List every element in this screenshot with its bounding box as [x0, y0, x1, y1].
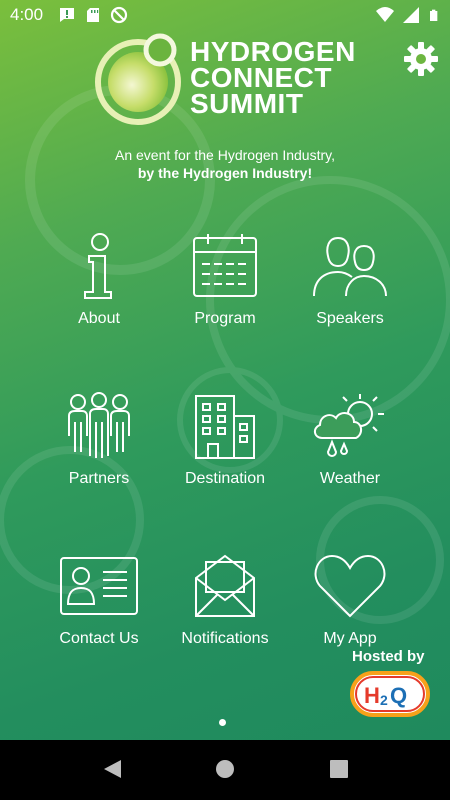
- menu-label-contact-us: Contact Us: [59, 630, 139, 647]
- menu-label-my-app: My App: [323, 630, 377, 647]
- menu-item-weather[interactable]: Weather: [290, 392, 410, 502]
- home-icon[interactable]: [214, 758, 236, 780]
- menu-label-partners: Partners: [68, 470, 130, 487]
- svg-text:H: H: [364, 683, 380, 708]
- group-icon: [68, 392, 130, 458]
- id-card-icon: [60, 557, 138, 615]
- navigation-bar: [0, 740, 450, 800]
- tagline-line-2: by the Hydrogen Industry!: [137, 165, 313, 181]
- logo-line-3: SUMMIT: [190, 88, 304, 119]
- heart-icon: [314, 554, 386, 618]
- people-icon: [313, 236, 387, 297]
- calendar-icon: [193, 234, 257, 297]
- cell-signal-icon: [403, 7, 419, 23]
- tagline-line-1: An event for the Hydrogen Industry,: [115, 147, 335, 163]
- recents-icon[interactable]: [328, 758, 350, 780]
- wifi-icon: [376, 7, 394, 22]
- menu-item-program[interactable]: Program: [165, 232, 285, 342]
- menu-label-speakers: Speakers: [316, 310, 384, 327]
- status-time: 4:00: [10, 5, 44, 24]
- envelope-icon: [195, 554, 255, 617]
- hosted-by-label: Hosted by: [352, 648, 425, 665]
- gear-icon[interactable]: [402, 40, 440, 78]
- h2q-logo[interactable]: H 2 Q: [350, 671, 430, 717]
- menu-item-contact-us[interactable]: Contact Us: [39, 552, 159, 662]
- back-icon[interactable]: [101, 758, 123, 780]
- menu-label-program: Program: [194, 310, 256, 327]
- menu-label-about: About: [78, 310, 120, 327]
- menu-label-weather: Weather: [319, 470, 381, 487]
- svg-text:Q: Q: [390, 683, 407, 708]
- battery-icon: [430, 9, 438, 21]
- hydrogen-connect-summit-logo: HYDROGEN CONNECT SUMMIT: [94, 30, 364, 125]
- menu-label-notifications: Notifications: [181, 630, 269, 647]
- info-icon: [84, 233, 112, 299]
- menu-item-destination[interactable]: Destination: [165, 392, 285, 502]
- do-not-disturb-icon: [110, 6, 128, 24]
- alert-notification-icon: [60, 8, 74, 22]
- tagline: An event for the Hydrogen Industry, by t…: [0, 146, 450, 182]
- page-indicator-dot: [219, 719, 226, 726]
- menu-item-partners[interactable]: Partners: [39, 392, 159, 502]
- home-screen: 4:00 HYDROGEN CONNECT SUMMIT An event fo…: [0, 0, 450, 740]
- weather-icon: [314, 394, 384, 457]
- svg-text:2: 2: [380, 692, 388, 708]
- sd-card-icon: [87, 8, 99, 22]
- menu-item-my-app[interactable]: My App: [290, 552, 410, 662]
- menu-item-speakers[interactable]: Speakers: [290, 232, 410, 342]
- menu-item-about[interactable]: About: [39, 232, 159, 342]
- menu-label-destination: Destination: [184, 470, 266, 487]
- status-bar: 4:00: [0, 0, 450, 30]
- building-icon: [195, 395, 255, 459]
- logo-mark-icon: [95, 33, 181, 125]
- menu-item-notifications[interactable]: Notifications: [165, 552, 285, 662]
